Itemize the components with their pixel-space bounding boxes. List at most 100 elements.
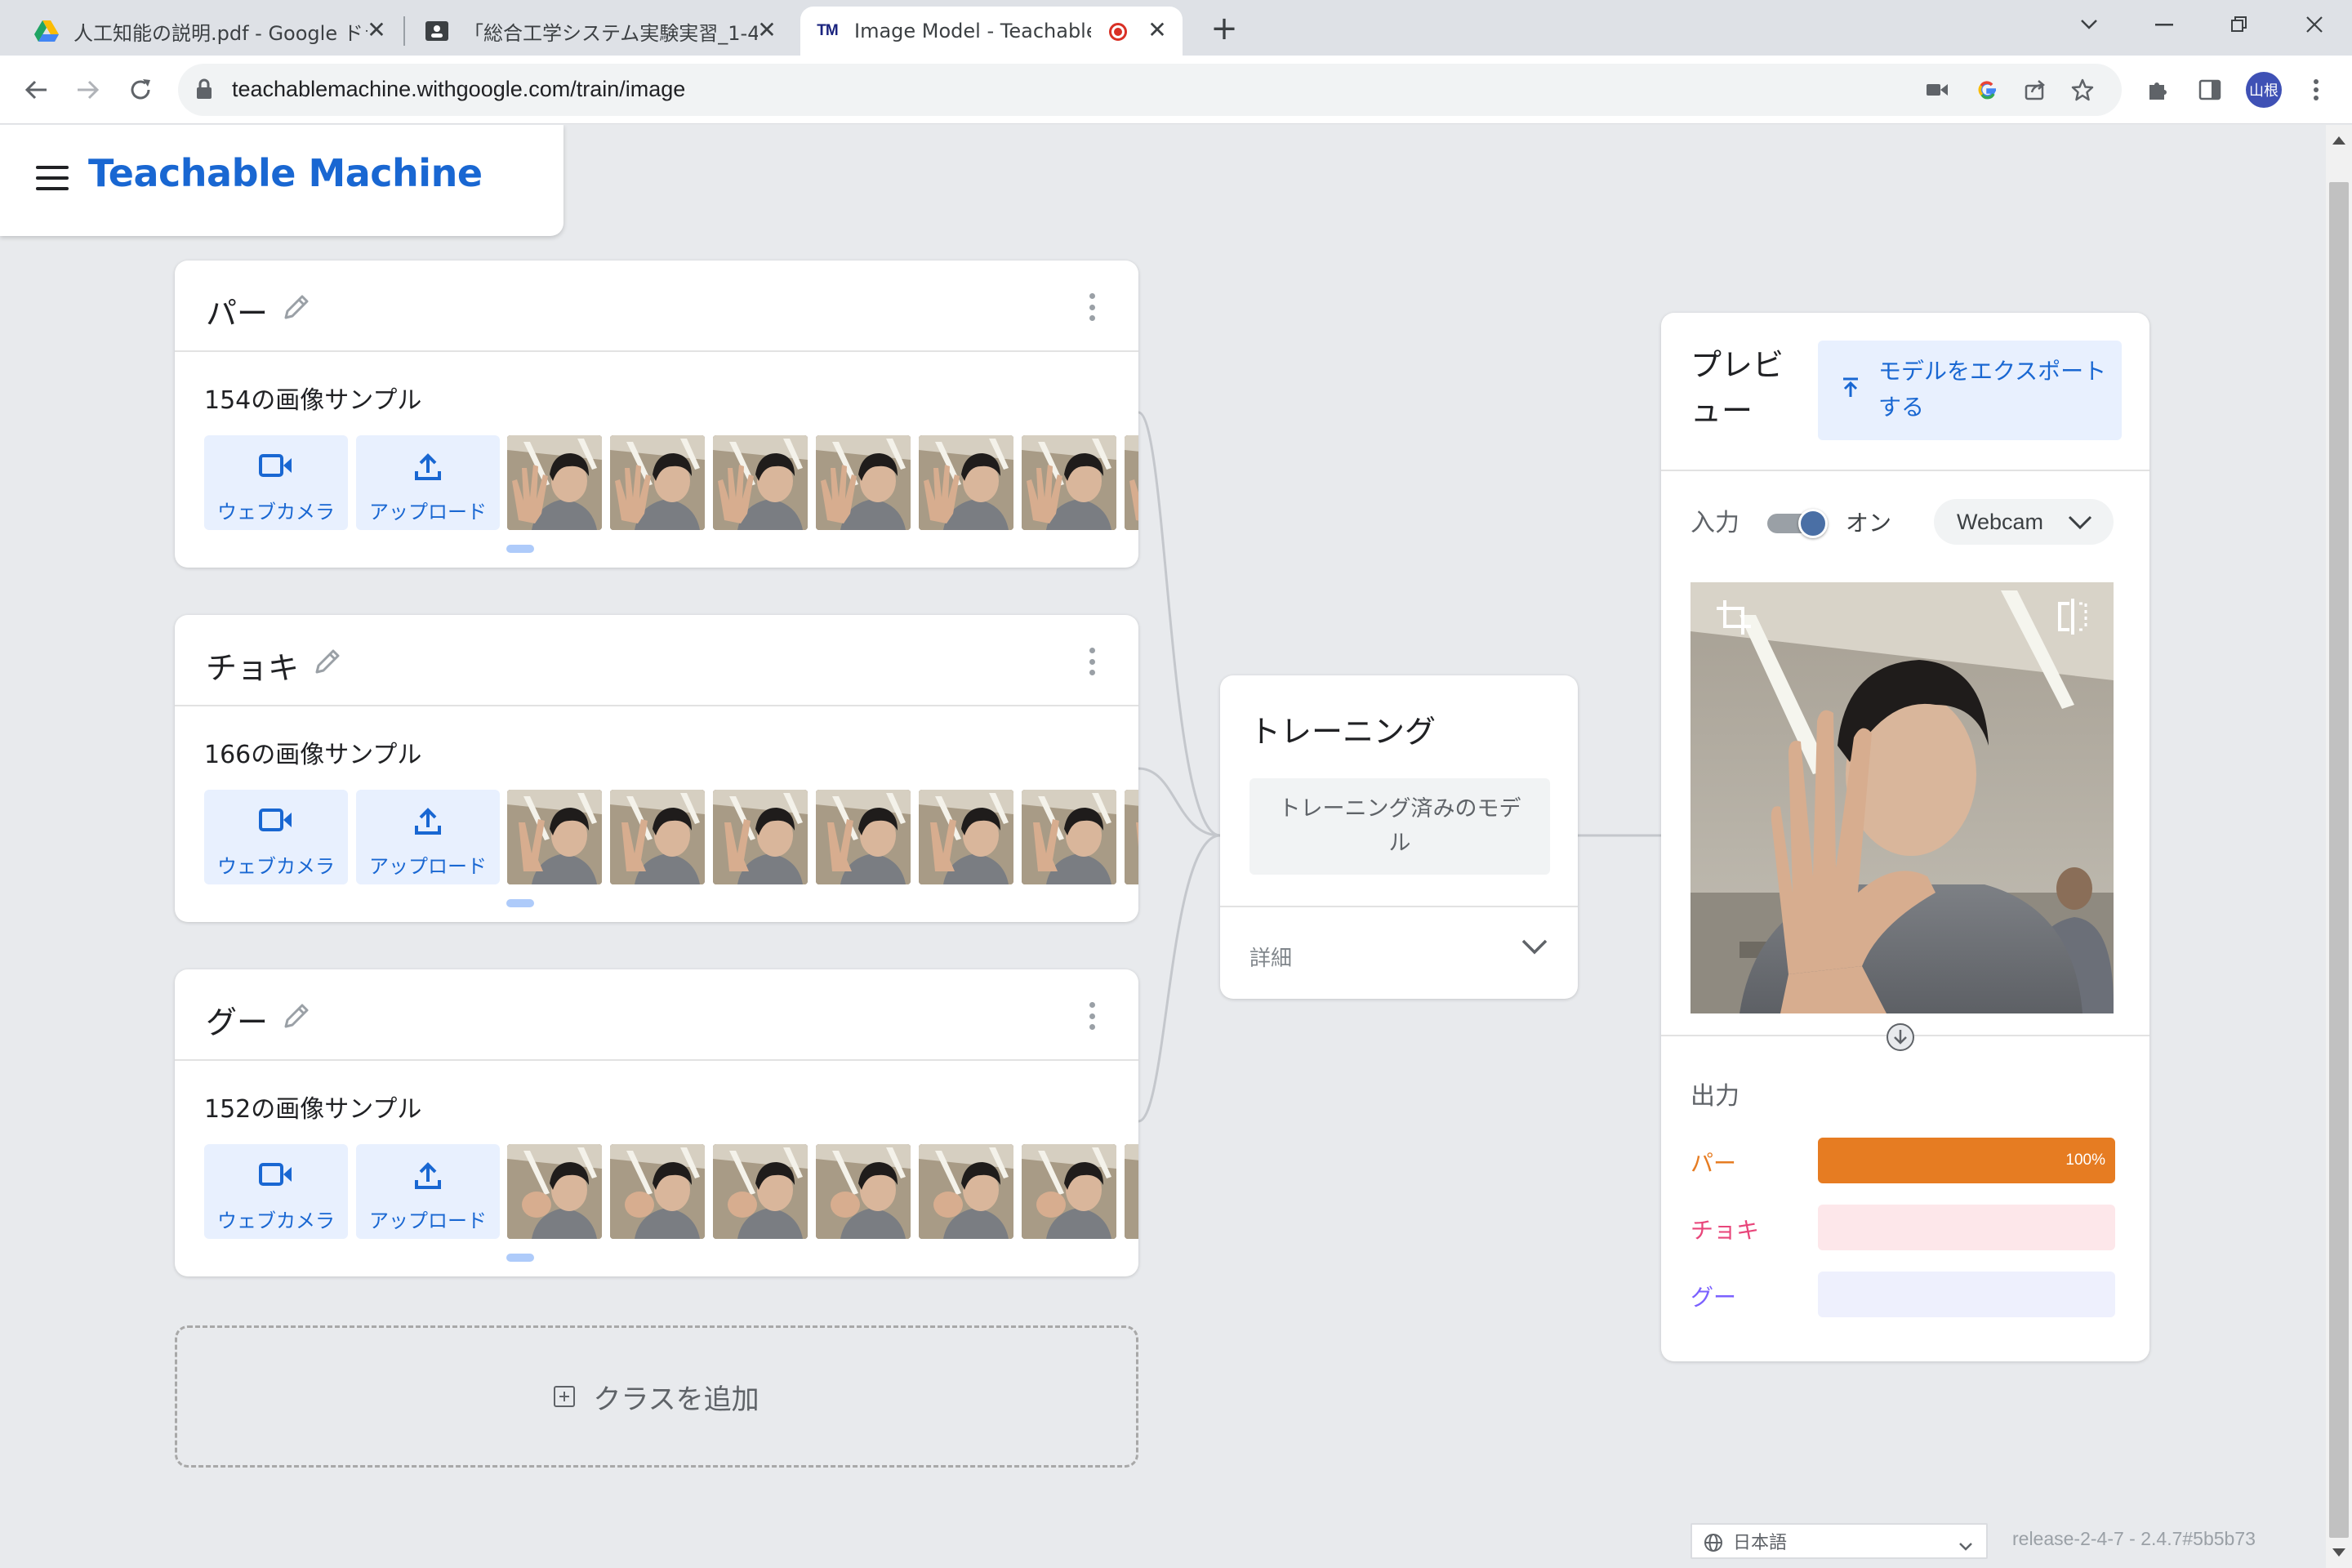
chevron-down-icon[interactable] (1521, 938, 1548, 958)
bookmark-star-icon[interactable] (2066, 74, 2099, 106)
address-bar[interactable]: teachablemachine.withgoogle.com/train/im… (178, 64, 2122, 116)
arrow-down-icon (1886, 1023, 1914, 1051)
crop-icon[interactable] (1715, 599, 1753, 639)
upload-button[interactable]: アップロード (356, 1144, 500, 1239)
forward-arrow-icon[interactable] (67, 69, 109, 111)
pencil-icon[interactable] (312, 646, 343, 680)
sample-thumbnail[interactable] (919, 1144, 1013, 1239)
extensions-puzzle-icon[interactable] (2140, 72, 2176, 108)
tab-title: 人工知能の説明.pdf - Google ドライブ (74, 21, 368, 45)
class-card-pa: パー 154の画像サンプル ウェブカメラ アップロード (175, 261, 1138, 568)
add-class-label: クラスを追加 (593, 1383, 760, 1416)
sample-thumbnail[interactable] (507, 790, 602, 884)
sample-thumbnail[interactable] (610, 790, 705, 884)
sample-thumbnail[interactable] (816, 1144, 911, 1239)
toggle-state-label: オン (1846, 510, 1892, 537)
camera-in-use-icon[interactable] (1921, 74, 1953, 106)
input-toggle[interactable] (1767, 509, 1828, 538)
chevron-down-icon (1958, 1536, 1973, 1557)
google-translate-icon[interactable] (1971, 74, 2004, 106)
reload-icon[interactable] (119, 69, 162, 111)
output-confidence-bar (1818, 1272, 2115, 1317)
more-options-icon[interactable] (1089, 1002, 1096, 1030)
scrollbar-thumb[interactable] (2329, 182, 2349, 1538)
scroll-down-icon[interactable] (2332, 1548, 2345, 1557)
url-text: teachablemachine.withgoogle.com/train/im… (232, 77, 686, 101)
export-model-button[interactable]: モデルをエクスポートする (1818, 341, 2122, 440)
thumbnail-scroll-indicator[interactable] (506, 545, 534, 553)
sample-count: 166の画像サンプル (204, 741, 422, 769)
webcam-button[interactable]: ウェブカメラ (204, 790, 348, 884)
class-name[interactable]: グー (206, 997, 268, 1042)
restore-button[interactable] (2202, 0, 2277, 49)
sample-thumbnail[interactable] (1125, 1144, 1138, 1239)
back-arrow-icon[interactable] (15, 69, 57, 111)
output-label: 出力 (1690, 1082, 1740, 1111)
class-name[interactable]: チョキ (206, 643, 299, 688)
input-source-value: Webcam (1957, 509, 2044, 534)
close-icon[interactable]: ✕ (1145, 18, 1169, 42)
upload-button[interactable]: アップロード (356, 790, 500, 884)
profile-avatar[interactable]: 山根 (2246, 72, 2282, 108)
sample-thumbnail[interactable] (816, 435, 911, 530)
upload-icon (356, 1162, 500, 1190)
pencil-icon[interactable] (281, 1000, 312, 1035)
tab-teachable-machine[interactable]: TM Image Model - Teachable Machine ✕ (800, 7, 1183, 56)
sample-thumbnail[interactable] (1125, 790, 1138, 884)
sample-thumbnail[interactable] (713, 790, 808, 884)
sample-thumbnail[interactable] (507, 1144, 602, 1239)
browser-tabstrip: 人工知能の説明.pdf - Google ドライブ ✕ 「総合工学システム実験実… (0, 0, 2352, 56)
close-window-button[interactable] (2277, 0, 2352, 49)
close-icon[interactable]: ✕ (364, 18, 389, 42)
upload-button-label: アップロード (369, 501, 487, 523)
menu-icon[interactable] (36, 166, 69, 190)
minimize-button[interactable] (2127, 0, 2202, 49)
class-name[interactable]: パー (206, 288, 268, 333)
page-scrollbar[interactable] (2326, 125, 2352, 1568)
sample-thumbnail[interactable] (816, 790, 911, 884)
close-icon[interactable]: ✕ (755, 18, 779, 42)
sample-thumbnail[interactable] (713, 1144, 808, 1239)
webcam-button-label: ウェブカメラ (217, 501, 335, 523)
new-tab-button[interactable]: + (1205, 10, 1243, 47)
language-dropdown[interactable]: 日本語 (1690, 1523, 1988, 1559)
sample-thumbnails (507, 790, 1138, 884)
chrome-menu-icon[interactable] (2298, 72, 2334, 108)
sample-thumbnail[interactable] (1022, 435, 1116, 530)
sample-thumbnail[interactable] (610, 435, 705, 530)
more-options-icon[interactable] (1089, 293, 1096, 321)
details-label[interactable]: 詳細 (1250, 942, 1292, 972)
more-options-icon[interactable] (1089, 648, 1096, 675)
sample-thumbnail[interactable] (919, 790, 1013, 884)
upload-button[interactable]: アップロード (356, 435, 500, 530)
tab-search-chevron-icon[interactable] (2051, 0, 2127, 49)
input-source-dropdown[interactable]: Webcam (1934, 499, 2114, 545)
upload-button-label: アップロード (369, 855, 487, 878)
sample-thumbnail[interactable] (1022, 790, 1116, 884)
video-camera-icon (204, 808, 348, 832)
share-icon[interactable] (2019, 74, 2051, 106)
sample-thumbnail[interactable] (610, 1144, 705, 1239)
divider (1661, 470, 2149, 471)
app-logo[interactable]: Teachable Machine (88, 151, 483, 195)
tab-google-drive[interactable]: 人工知能の説明.pdf - Google ドライブ ✕ (20, 7, 402, 56)
tab-title: Image Model - Teachable Machine (854, 20, 1091, 42)
sample-thumbnail[interactable] (507, 435, 602, 530)
webcam-button[interactable]: ウェブカメラ (204, 1144, 348, 1239)
thumbnail-scroll-indicator[interactable] (506, 899, 534, 907)
sample-thumbnail[interactable] (713, 435, 808, 530)
output-class-label: チョキ (1690, 1217, 1760, 1244)
sample-thumbnail[interactable] (1125, 435, 1138, 530)
flip-icon[interactable] (2056, 599, 2089, 638)
webcam-button[interactable]: ウェブカメラ (204, 435, 348, 530)
pencil-icon[interactable] (281, 292, 312, 326)
tab-classroom[interactable]: 「総合工学システム実験実習_1-4b」 ✕ (410, 7, 792, 56)
scroll-up-icon[interactable] (2332, 136, 2345, 145)
sample-thumbnail[interactable] (919, 435, 1013, 530)
thumbnail-scroll-indicator[interactable] (506, 1254, 534, 1262)
input-label: 入力 (1690, 509, 1740, 537)
sample-thumbnail[interactable] (1022, 1144, 1116, 1239)
add-class-button[interactable]: クラスを追加 (175, 1325, 1138, 1468)
trained-model-button[interactable]: トレーニング済みのモデル (1250, 778, 1550, 875)
side-panel-icon[interactable] (2192, 72, 2228, 108)
